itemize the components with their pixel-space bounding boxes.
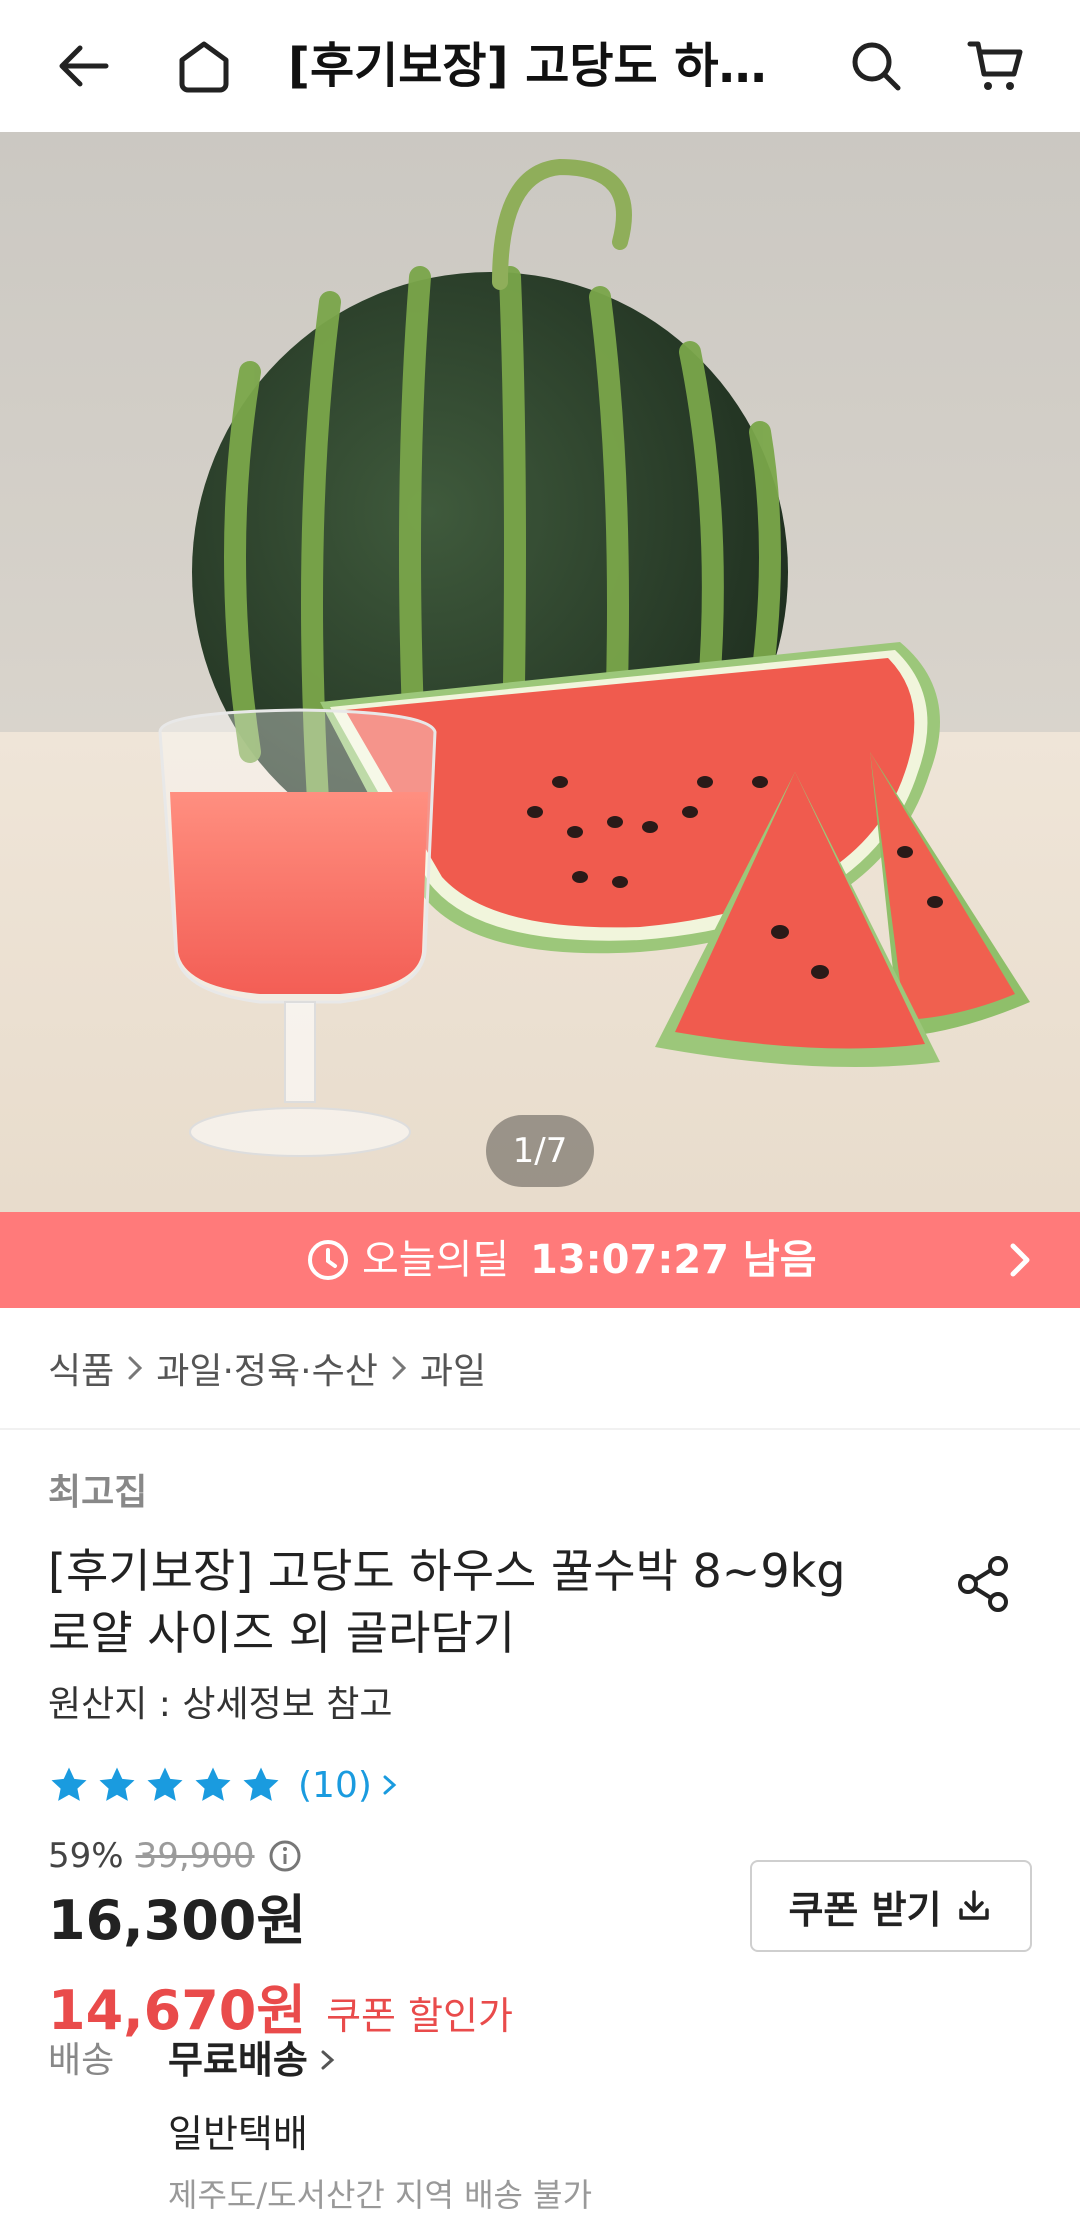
- download-icon: [958, 1890, 989, 1920]
- sale-price: 16,300원: [48, 1889, 307, 1952]
- discount-row: 59% 39,900: [48, 1830, 303, 1882]
- shipping-value-text: 무료배송: [168, 2038, 308, 2082]
- chevron-right-icon: [392, 1356, 406, 1380]
- star-icon: [99, 1767, 135, 1801]
- back-arrow-icon[interactable]: [48, 30, 120, 102]
- star-icon: [195, 1767, 231, 1801]
- search-icon[interactable]: [840, 30, 912, 102]
- rating-row[interactable]: (10): [48, 1760, 402, 1810]
- section-divider: [0, 1428, 1080, 1430]
- chevron-right-icon: [128, 1356, 143, 1380]
- chevron-right-icon: [321, 2050, 335, 2070]
- shipping-label: 배송: [48, 2040, 115, 2081]
- chevron-right-icon: [383, 1775, 397, 1795]
- share-icon[interactable]: [952, 1552, 1016, 1616]
- cart-icon[interactable]: [960, 30, 1032, 102]
- original-price: 39,900: [135, 1836, 255, 1876]
- star-icon: [51, 1767, 87, 1801]
- breadcrumb-item-fruit-meat-seafood[interactable]: 과일·정육·수산: [156, 1342, 378, 1394]
- shipping-method: 일반택배: [168, 2112, 308, 2156]
- breadcrumb-item-fruit[interactable]: 과일: [420, 1342, 486, 1394]
- breadcrumb-item-food[interactable]: 식품: [48, 1342, 114, 1394]
- coupon-price-label: 쿠폰 할인가: [326, 1994, 513, 2038]
- page-title: [후기보장] 고당도 하우스 꿀수박 8~9kg 로얄 사이즈 외 골라담기: [288, 38, 788, 94]
- info-icon[interactable]: [267, 1838, 303, 1874]
- deal-label: 오늘의딜: [362, 1237, 510, 1283]
- seller-name[interactable]: 최고집: [48, 1468, 147, 1518]
- product-image-carousel[interactable]: 1/7: [0, 132, 1080, 1212]
- review-count[interactable]: (10): [298, 1765, 372, 1806]
- chevron-right-icon: [1010, 1243, 1030, 1277]
- image-page-counter: 1/7: [486, 1115, 594, 1187]
- breadcrumb: 식품 과일·정육·수산 과일: [48, 1340, 486, 1396]
- coupon-button-label: 쿠폰 받기: [788, 1887, 942, 1932]
- get-coupon-button[interactable]: 쿠폰 받기: [750, 1860, 1032, 1952]
- top-app-bar: [후기보장] 고당도 하우스 꿀수박 8~9kg 로얄 사이즈 외 골라담기: [0, 0, 1080, 132]
- today-deal-banner[interactable]: 오늘의딜 13:07:27 남음: [0, 1212, 1080, 1308]
- coupon-price-row: 14,670원 쿠폰 할인가: [48, 1966, 513, 2042]
- star-icon: [243, 1767, 279, 1801]
- home-icon[interactable]: [168, 30, 240, 102]
- shipping-note: 제주도/도서산간 지역 배송 불가: [168, 2176, 593, 2214]
- discount-rate: 59%: [48, 1836, 124, 1876]
- origin-info: 원산지 : 상세정보 참고: [48, 1684, 393, 1725]
- clock-icon: [308, 1240, 348, 1280]
- shipping-value[interactable]: 무료배송: [168, 2034, 340, 2086]
- deal-countdown: 13:07:27 남음: [530, 1237, 817, 1283]
- watermelon-product-image: [0, 132, 1080, 1212]
- product-title: [후기보장] 고당도 하우스 꿀수박 8~9kg 로얄 사이즈 외 골라담기: [48, 1544, 846, 1660]
- star-icon: [147, 1767, 183, 1801]
